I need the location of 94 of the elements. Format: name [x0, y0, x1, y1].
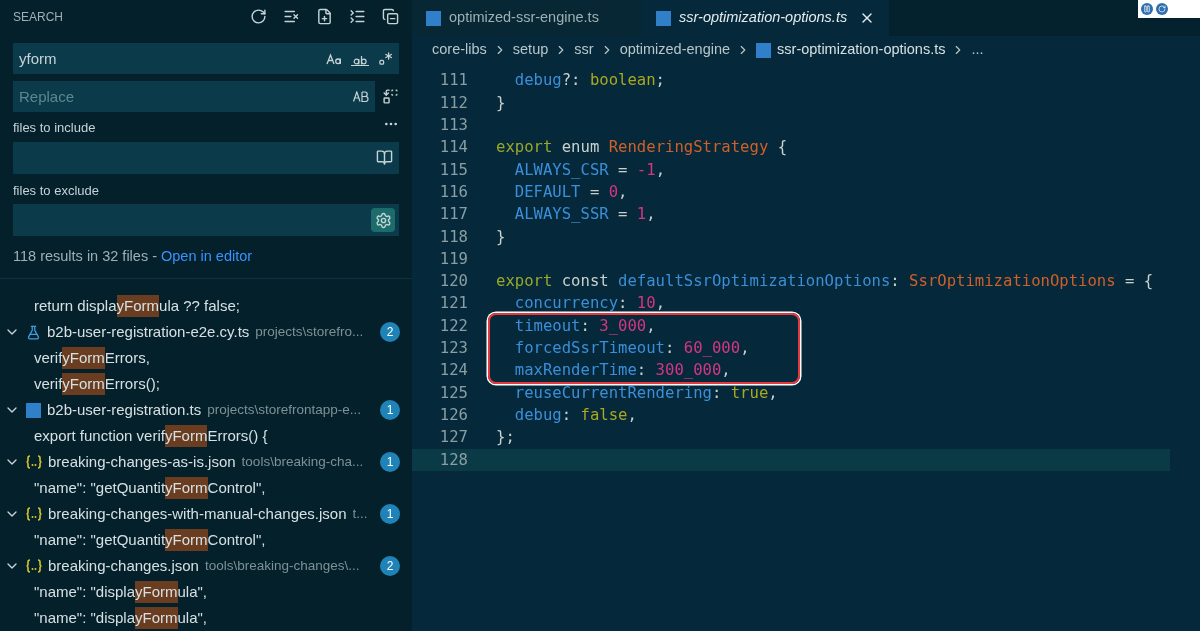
breadcrumb-item[interactable]: setup — [512, 39, 549, 61]
code-line: forcedSsrTimeout: 60_000, — [513, 338, 750, 359]
exclude-field[interactable] — [13, 204, 399, 237]
line-number: 118 — [438, 226, 468, 248]
line-number: 122 — [438, 315, 468, 337]
result-file-row[interactable]: breaking-changes-as-is.json tools\breaking-cha... 1 — [0, 449, 412, 475]
file-path: projects\storefro... — [255, 322, 364, 341]
breadcrumb-item[interactable]: ssr-optimization-options.ts — [777, 39, 946, 61]
include-field[interactable] — [13, 141, 399, 174]
file-name: breaking-changes.json — [48, 555, 199, 576]
file-name: breaking-changes-as-is.json — [48, 451, 236, 472]
code-line: } — [496, 226, 506, 248]
file-name: b2b-user-registration-e2e.cy.ts — [47, 321, 250, 342]
code-line: reuseCurrentRendering: true, — [513, 382, 778, 404]
book-icon[interactable] — [376, 149, 393, 167]
result-match-row[interactable]: verifyFormErrors, — [0, 345, 412, 371]
code-line: maxRenderTime: 300_000, — [513, 360, 731, 382]
line-number: 128 — [438, 449, 468, 471]
preserve-case-icon[interactable] — [353, 91, 369, 103]
line-number: 123 — [438, 338, 468, 359]
code-line: }; — [496, 427, 515, 449]
tree-view-icon[interactable] — [349, 8, 366, 26]
line-number: 117 — [438, 204, 468, 226]
line-number: 113 — [438, 115, 468, 137]
code-line: export const defaultSsrOptimizationOptions: SsrOptimizationOptions = { — [496, 271, 1154, 293]
result-file-row[interactable]: b2b-user-registration.ts projects\storefrontapp-e... 1 — [0, 397, 412, 423]
file-name: b2b-user-registration.ts — [47, 399, 202, 420]
code-line: debug?: boolean; — [513, 70, 665, 92]
result-match-row[interactable]: "name": "displayFormula", — [0, 579, 412, 605]
exclude-label: files to exclude — [13, 181, 100, 200]
result-file-row[interactable]: breaking-changes-with-manual-changes.json t... 1 — [0, 501, 412, 527]
pause-icon[interactable] — [1141, 3, 1153, 15]
editor-tab[interactable]: ssr-optimization-options.ts — [642, 0, 890, 36]
regex-icon[interactable] — [378, 51, 393, 67]
line-number: 116 — [438, 181, 468, 203]
breadcrumb-item[interactable]: core-libs — [432, 39, 487, 61]
result-match-row[interactable]: "name": "displayFormula", — [0, 605, 412, 631]
file-path: projects\storefrontapp-e... — [207, 400, 362, 419]
json-file-icon — [26, 455, 42, 469]
result-match-row[interactable]: verifyFormErrors(); — [0, 371, 412, 397]
json-file-icon — [26, 507, 42, 521]
replace-field[interactable]: Replace — [13, 81, 375, 113]
code-line: concurrency: 10, — [513, 293, 665, 315]
editor-tab[interactable]: optimized-ssr-engine.ts — [412, 0, 642, 36]
result-file-row[interactable]: breaking-changes.json tools\breaking-changes\... 2 — [0, 553, 412, 579]
file-path: tools\breaking-changes\... — [204, 556, 360, 575]
code-line: export enum RenderingStrategy { — [496, 137, 788, 159]
match-count: 2 — [380, 556, 400, 576]
line-number: 121 — [438, 293, 468, 315]
result-match-row[interactable]: export function verifyFormErrors() { — [0, 423, 412, 449]
line-number: 112 — [438, 92, 468, 114]
result-file-row[interactable]: b2b-user-registration-e2e.cy.ts projects\storefro... 2 — [0, 319, 412, 345]
result-match-row[interactable]: "name": "getQuantityFormControl", — [0, 527, 412, 553]
include-label: files to include — [13, 119, 96, 138]
line-number: 126 — [438, 404, 468, 426]
code-line: timeout: 3_000, — [513, 315, 656, 337]
replace-all-icon[interactable] — [382, 88, 399, 106]
file-path: t... — [352, 504, 368, 523]
match-count: 1 — [380, 400, 400, 420]
collapse-all-icon[interactable] — [382, 8, 399, 26]
result-match-row[interactable]: return displayFormula ?? false; — [0, 293, 412, 319]
refresh-icon[interactable] — [250, 8, 267, 26]
result-match-row[interactable]: "name": "getQuantityFormControl", — [0, 475, 412, 501]
breadcrumb-item[interactable]: ssr — [574, 39, 594, 61]
breadcrumb-item[interactable]: optimized-engine — [619, 39, 731, 61]
search-field[interactable]: yform — [13, 43, 399, 75]
breadcrumb-item[interactable]: ... — [971, 39, 984, 61]
line-number: 111 — [438, 70, 468, 92]
new-file-icon[interactable] — [316, 8, 333, 26]
line-number: 127 — [438, 427, 468, 449]
json-file-icon — [26, 559, 42, 573]
settings-icon[interactable] — [371, 208, 395, 233]
open-in-editor-link[interactable]: Open in editor — [161, 248, 253, 265]
flask-icon — [26, 324, 41, 340]
line-number: 124 — [438, 360, 468, 382]
line-number: 125 — [438, 382, 468, 404]
code-line: ALWAYS_SSR = 1, — [513, 204, 656, 226]
code-line: debug: false, — [513, 404, 637, 426]
match-count: 2 — [380, 322, 400, 342]
match-case-icon[interactable] — [326, 51, 342, 66]
file-name: breaking-changes-with-manual-changes.json — [48, 503, 347, 524]
panel-title: SEARCH — [13, 8, 63, 26]
restart-icon[interactable] — [1156, 3, 1168, 15]
file-path: tools\breaking-cha... — [241, 452, 364, 471]
code-line: ALWAYS_CSR = -1, — [513, 159, 665, 181]
line-number: 120 — [438, 271, 468, 293]
code-line: } — [496, 92, 506, 114]
code-line: DEFAULT = 0, — [513, 181, 628, 203]
match-count: 1 — [380, 504, 400, 524]
line-number: 114 — [438, 137, 468, 159]
match-count: 1 — [380, 452, 400, 472]
line-number: 115 — [438, 159, 468, 181]
results-summary: 118 results in 32 files - — [13, 248, 158, 265]
line-number: 119 — [438, 248, 468, 270]
